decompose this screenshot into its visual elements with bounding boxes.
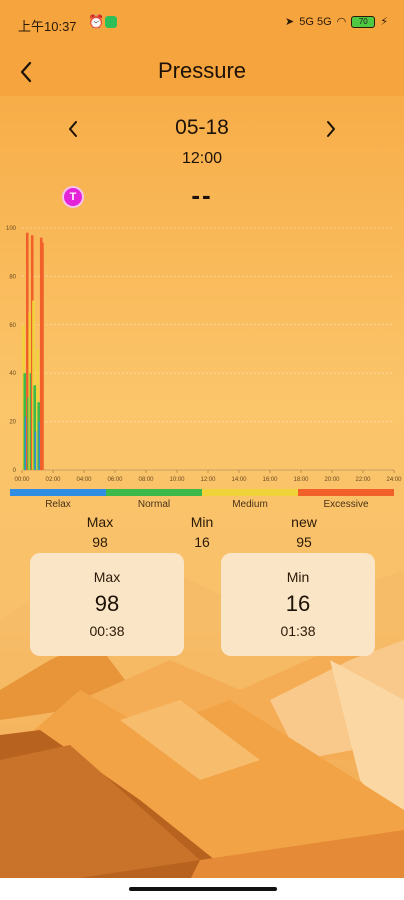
min-card-time: 01:38 — [280, 623, 316, 639]
x-tick-label: 08:00 — [138, 477, 154, 483]
charging-icon: ⚡ — [380, 16, 388, 28]
y-tick-label: 20 — [9, 420, 16, 426]
x-tick-label: 24:00 — [386, 477, 402, 483]
x-tick-label: 22:00 — [355, 477, 371, 483]
wifi-icon: ◠ — [336, 16, 347, 28]
stress-scale-labels: Relax Normal Medium Excessive — [10, 499, 394, 510]
app-header: Pressure — [0, 48, 404, 96]
current-pressure-value: -- — [191, 180, 213, 210]
summary-max: Max 98 — [60, 514, 140, 550]
home-indicator[interactable] — [129, 887, 277, 891]
y-tick-label: 100 — [6, 226, 17, 232]
x-tick-label: 12:00 — [200, 477, 216, 483]
scale-label-excessive: Excessive — [323, 499, 369, 510]
max-card-value: 98 — [94, 591, 120, 616]
summary-new-label: new — [291, 514, 317, 530]
max-card-title: Max — [93, 569, 121, 585]
pressure-bar-chart[interactable]: 100 80 60 40 20 0 00:00 02:00 04:00 06:00 08:00 10:… — [0, 218, 404, 490]
summary-row: Max 98 Min 16 new 95 — [0, 514, 404, 554]
min-card-title: Min — [286, 569, 310, 585]
chevron-right-icon — [327, 121, 335, 137]
status-icons: ➤ 5G 5G ◠ 70 ⚡ — [285, 15, 388, 28]
scale-normal — [106, 489, 202, 496]
next-day-button[interactable] — [316, 114, 346, 144]
summary-min-label: Min — [190, 514, 214, 530]
x-tick-label: 04:00 — [76, 477, 92, 483]
date-navigator: 05-18 — [0, 112, 404, 146]
location-icon: ➤ — [285, 16, 295, 28]
max-card-time: 00:38 — [89, 623, 125, 639]
y-tick-label: 60 — [9, 323, 16, 329]
scale-relax — [10, 489, 106, 496]
scale-label-relax: Relax — [45, 499, 71, 510]
summary-max-label: Max — [86, 514, 114, 530]
pressure-screen: 上午10:37 ⏰ ➤ 5G 5G ◠ 70 ⚡ Pressure 05-18 — [0, 0, 404, 900]
x-tick-label: 18:00 — [293, 477, 309, 483]
summary-max-value: 98 — [92, 534, 108, 550]
battery-icon: 70 — [351, 15, 376, 28]
x-tick-label: 20:00 — [324, 477, 340, 483]
x-tick-label: 16:00 — [262, 477, 278, 483]
scale-excessive — [298, 489, 394, 496]
summary-min: Min 16 — [162, 514, 242, 550]
y-tick-label: 80 — [9, 274, 16, 280]
x-tick-label: 02:00 — [45, 477, 61, 483]
status-bar: 上午10:37 ⏰ ➤ 5G 5G ◠ 70 ⚡ — [0, 0, 404, 48]
y-tick-label: 0 — [13, 468, 17, 474]
alarm-clock-icon: ⏰ — [88, 14, 105, 29]
x-tick-label: 14:00 — [231, 477, 247, 483]
summary-min-value: 16 — [194, 534, 210, 550]
x-tick-label: 10:00 — [169, 477, 185, 483]
y-tick-label: 40 — [9, 371, 16, 377]
selected-time: 12:00 — [181, 150, 223, 167]
signal-icon: 5G 5G — [299, 15, 332, 28]
x-tick-label: 00:00 — [14, 477, 30, 483]
x-tick-label: 06:00 — [107, 477, 123, 483]
stress-scale-bar — [10, 489, 394, 496]
scale-medium — [202, 489, 298, 496]
page-title: Pressure — [157, 58, 247, 83]
pressure-bar[interactable] — [41, 242, 44, 470]
scale-label-medium: Medium — [232, 499, 268, 510]
app-notification-icon — [105, 16, 117, 28]
scale-label-normal: Normal — [137, 499, 171, 510]
summary-new-value: 95 — [296, 534, 312, 550]
status-time: 上午10:37 — [18, 19, 77, 34]
summary-new: new 95 — [264, 514, 344, 550]
min-card[interactable]: Min 16 01:38 — [221, 553, 375, 656]
max-card[interactable]: Max 98 00:38 — [30, 553, 184, 656]
min-card-value: 16 — [285, 591, 311, 616]
